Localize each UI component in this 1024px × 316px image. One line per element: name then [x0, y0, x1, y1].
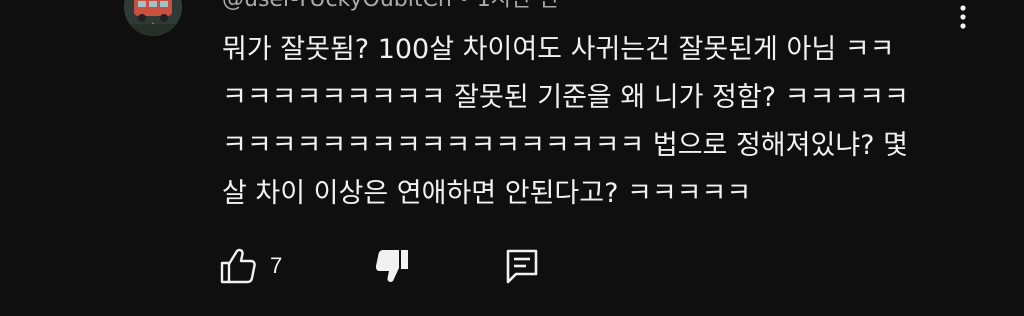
header-separator: • — [458, 0, 471, 12]
comment-timestamp[interactable]: 1시간 전 — [477, 0, 559, 12]
comment-reply-icon — [506, 249, 538, 284]
thumb-down-filled-icon — [376, 250, 409, 282]
comment-header: @user-YUckyOubitCh • 1시간 전 — [222, 0, 559, 14]
comment-author[interactable]: @user-YUckyOubitCh — [222, 0, 452, 12]
dislike-button[interactable] — [370, 244, 414, 288]
thumb-up-icon — [220, 248, 256, 284]
avatar[interactable] — [124, 0, 182, 36]
like-button[interactable] — [218, 244, 258, 288]
comment-text: 뭐가 잘못됨? 100살 차이여도 사귀는건 잘못된게 아님 ㅋㅋ ㅋㅋㅋㅋㅋㅋ… — [222, 34, 909, 209]
reply-button[interactable] — [500, 244, 544, 288]
comment-actions: 7 — [218, 242, 544, 290]
comment-thread: @user-YUckyOubitCh • 1시간 전 뭐가 잘못됨? 100살 차이… — [0, 0, 1024, 316]
like-count: 7 — [270, 253, 283, 278]
avatar-van-image — [124, 0, 182, 36]
